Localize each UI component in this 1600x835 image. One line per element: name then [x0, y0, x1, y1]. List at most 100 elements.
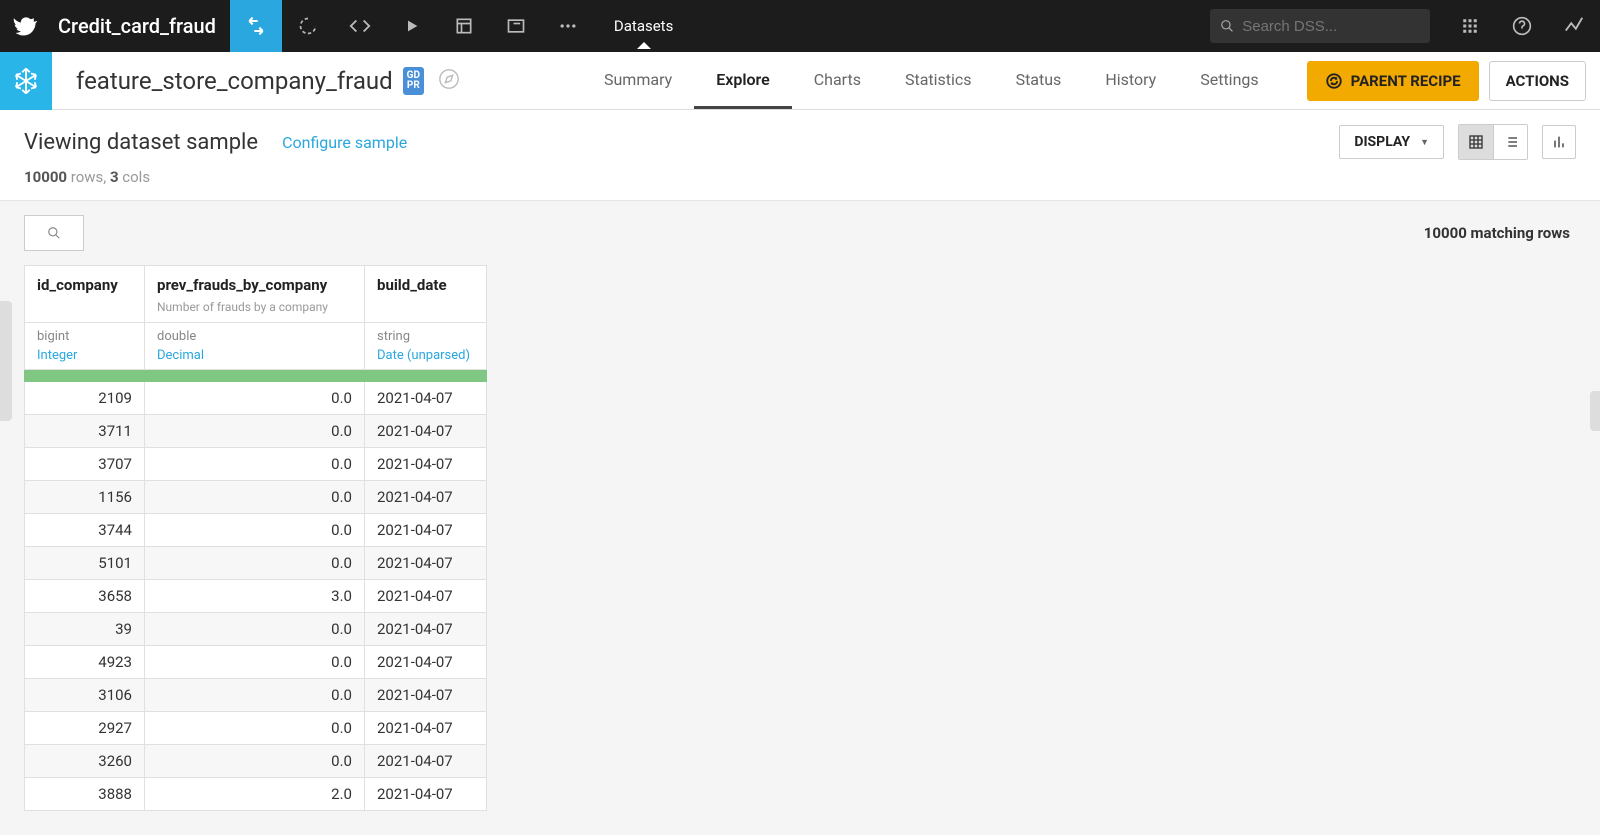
tab-settings[interactable]: Settings — [1178, 52, 1280, 109]
cell[interactable]: 2021-04-07 — [365, 448, 487, 481]
cell[interactable]: 3260 — [25, 745, 145, 778]
cell[interactable]: 1156 — [25, 481, 145, 514]
table-row[interactable]: 36583.02021-04-07 — [25, 580, 487, 613]
cell[interactable]: 0.0 — [145, 382, 365, 415]
cell[interactable]: 39 — [25, 613, 145, 646]
gdpr-badge[interactable]: GDPR — [403, 67, 424, 95]
table-row[interactable]: 21090.02021-04-07 — [25, 382, 487, 415]
column-header[interactable]: build_date — [365, 266, 487, 323]
cell[interactable]: 2021-04-07 — [365, 547, 487, 580]
storage-type[interactable]: bigint — [25, 323, 145, 347]
flow-icon[interactable] — [230, 0, 282, 52]
cell[interactable]: 2021-04-07 — [365, 382, 487, 415]
project-name[interactable]: Credit_card_fraud — [52, 14, 230, 38]
cell[interactable]: 3744 — [25, 514, 145, 547]
table-row[interactable]: 29270.02021-04-07 — [25, 712, 487, 745]
cell[interactable]: 2927 — [25, 712, 145, 745]
cell[interactable]: 3658 — [25, 580, 145, 613]
search-input[interactable] — [1242, 18, 1420, 35]
cell[interactable]: 2021-04-07 — [365, 580, 487, 613]
cell[interactable]: 2021-04-07 — [365, 745, 487, 778]
cell[interactable]: 2021-04-07 — [365, 481, 487, 514]
app-logo[interactable] — [0, 0, 52, 52]
cell[interactable]: 0.0 — [145, 646, 365, 679]
table-row[interactable]: 49230.02021-04-07 — [25, 646, 487, 679]
cell[interactable]: 4923 — [25, 646, 145, 679]
table-row[interactable]: 11560.02021-04-07 — [25, 481, 487, 514]
actions-button[interactable]: ACTIONS — [1489, 61, 1586, 101]
meaning-link[interactable]: Date (unparsed) — [377, 348, 470, 363]
display-label: DISPLAY — [1354, 134, 1410, 150]
parent-recipe-button[interactable]: PARENT RECIPE — [1307, 61, 1479, 101]
more-icon[interactable] — [542, 0, 594, 52]
snowflake-icon[interactable] — [0, 52, 52, 110]
activity-icon[interactable] — [1548, 0, 1600, 52]
cell[interactable]: 0.0 — [145, 514, 365, 547]
cell[interactable]: 2.0 — [145, 778, 365, 811]
search-icon — [1220, 18, 1234, 34]
grid-view-toggle[interactable] — [1459, 125, 1493, 159]
compass-icon[interactable] — [438, 68, 460, 94]
left-panel-handle[interactable] — [0, 301, 12, 421]
tab-status[interactable]: Status — [994, 52, 1084, 109]
right-panel-handle[interactable] — [1590, 391, 1600, 431]
table-row[interactable]: 37070.02021-04-07 — [25, 448, 487, 481]
col-count: 3 — [110, 168, 119, 186]
meaning-link[interactable]: Integer — [37, 348, 77, 363]
dashboard-icon[interactable] — [438, 0, 490, 52]
cell[interactable]: 0.0 — [145, 679, 365, 712]
configure-sample-link[interactable]: Configure sample — [282, 133, 407, 152]
storage-type-row: bigint double string — [25, 323, 487, 347]
code-icon[interactable] — [334, 0, 386, 52]
help-icon[interactable] — [1496, 0, 1548, 52]
tab-summary[interactable]: Summary — [582, 52, 694, 109]
cell[interactable]: 2021-04-07 — [365, 712, 487, 745]
display-button[interactable]: DISPLAY — [1339, 125, 1444, 159]
cell[interactable]: 2021-04-07 — [365, 778, 487, 811]
cell[interactable]: 0.0 — [145, 481, 365, 514]
cell[interactable]: 2021-04-07 — [365, 679, 487, 712]
column-header[interactable]: prev_frauds_by_companyNumber of frauds b… — [145, 266, 365, 323]
panel-icon[interactable] — [490, 0, 542, 52]
table-row[interactable]: 390.02021-04-07 — [25, 613, 487, 646]
cell[interactable]: 3707 — [25, 448, 145, 481]
cell[interactable]: 3888 — [25, 778, 145, 811]
table-row[interactable]: 31060.02021-04-07 — [25, 679, 487, 712]
circle-arrows-icon[interactable] — [282, 0, 334, 52]
table-row[interactable]: 38882.02021-04-07 — [25, 778, 487, 811]
column-search-button[interactable] — [24, 215, 84, 251]
cell[interactable]: 0.0 — [145, 613, 365, 646]
tab-explore[interactable]: Explore — [694, 52, 792, 109]
meaning-link[interactable]: Decimal — [157, 348, 204, 363]
cell[interactable]: 2021-04-07 — [365, 514, 487, 547]
table-row[interactable]: 32600.02021-04-07 — [25, 745, 487, 778]
table-row[interactable]: 51010.02021-04-07 — [25, 547, 487, 580]
table-row[interactable]: 37110.02021-04-07 — [25, 415, 487, 448]
section-label[interactable]: Datasets — [594, 17, 693, 35]
cell[interactable]: 0.0 — [145, 415, 365, 448]
storage-type[interactable]: string — [365, 323, 487, 347]
cell[interactable]: 3711 — [25, 415, 145, 448]
storage-type[interactable]: double — [145, 323, 365, 347]
cell[interactable]: 2109 — [25, 382, 145, 415]
chart-view-button[interactable] — [1542, 125, 1576, 159]
cell[interactable]: 2021-04-07 — [365, 415, 487, 448]
cell[interactable]: 0.0 — [145, 448, 365, 481]
list-view-toggle[interactable] — [1493, 125, 1527, 159]
cell[interactable]: 3.0 — [145, 580, 365, 613]
cell[interactable]: 5101 — [25, 547, 145, 580]
global-search[interactable] — [1210, 9, 1430, 43]
apps-icon[interactable] — [1444, 0, 1496, 52]
tab-statistics[interactable]: Statistics — [883, 52, 994, 109]
tab-charts[interactable]: Charts — [792, 52, 883, 109]
play-icon[interactable] — [386, 0, 438, 52]
tab-history[interactable]: History — [1083, 52, 1178, 109]
table-row[interactable]: 37440.02021-04-07 — [25, 514, 487, 547]
cell[interactable]: 0.0 — [145, 547, 365, 580]
cell[interactable]: 0.0 — [145, 712, 365, 745]
cell[interactable]: 2021-04-07 — [365, 613, 487, 646]
cell[interactable]: 3106 — [25, 679, 145, 712]
column-header[interactable]: id_company — [25, 266, 145, 323]
cell[interactable]: 2021-04-07 — [365, 646, 487, 679]
cell[interactable]: 0.0 — [145, 745, 365, 778]
